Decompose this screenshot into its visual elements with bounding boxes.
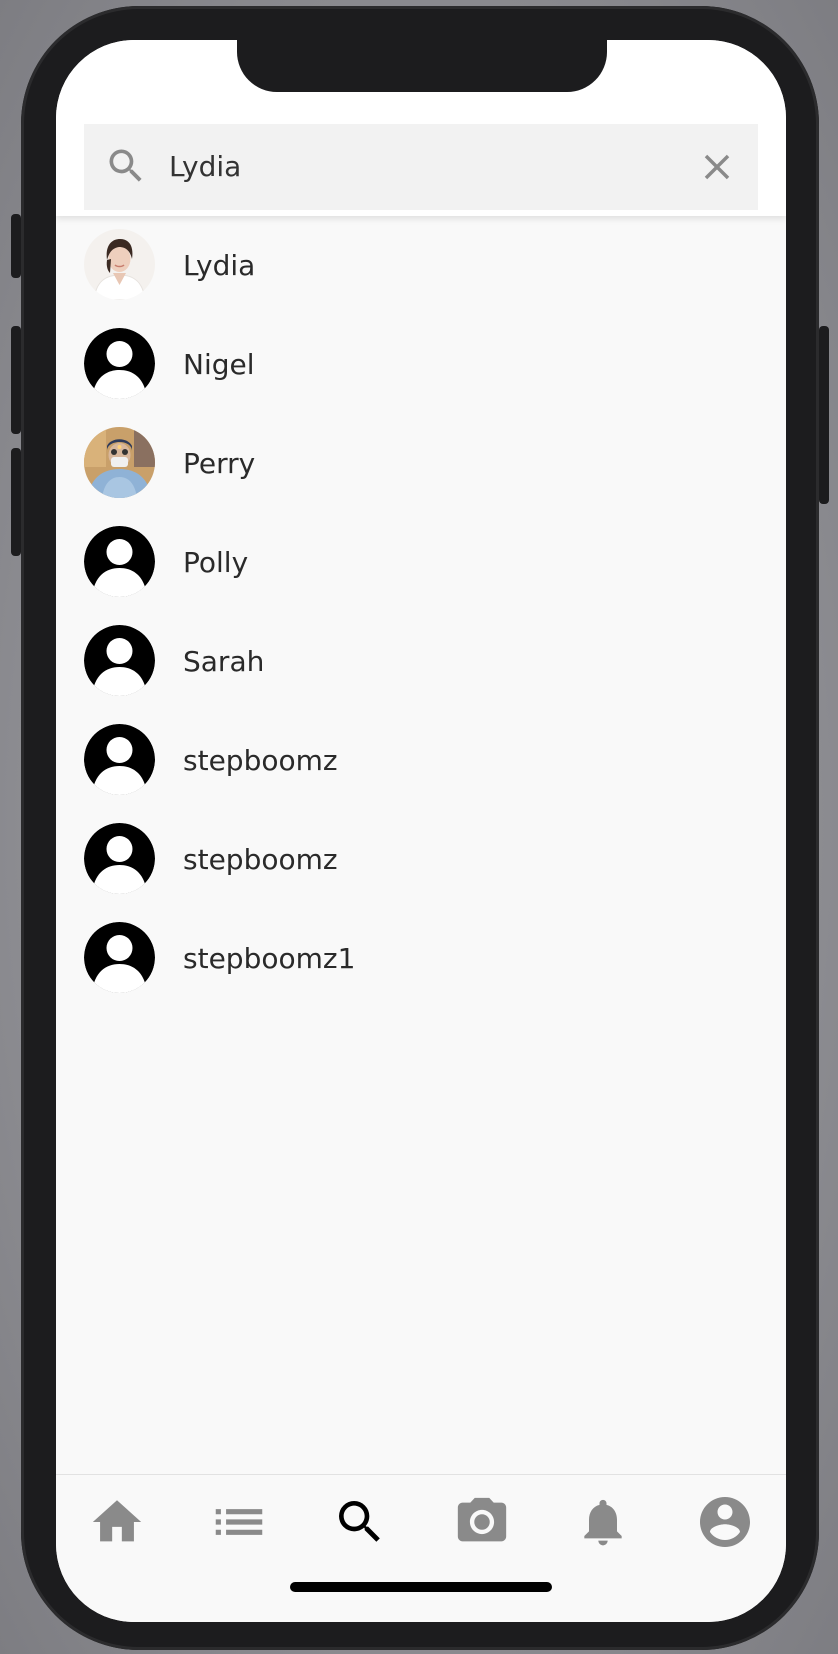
volume-down-button	[11, 448, 21, 556]
search-icon	[332, 1494, 388, 1554]
notch	[237, 40, 607, 92]
volume-up-button	[11, 326, 21, 434]
bell-icon	[575, 1494, 631, 1554]
result-name: stepboomz1	[183, 942, 356, 975]
account-circle-icon	[695, 1492, 755, 1556]
home-icon	[88, 1493, 146, 1555]
avatar	[84, 229, 155, 300]
result-name: Nigel	[183, 348, 255, 381]
list-item[interactable]: Polly	[56, 513, 786, 612]
search-icon	[104, 144, 148, 188]
default-avatar-icon	[84, 328, 155, 399]
list-item[interactable]: Lydia	[56, 216, 786, 315]
list-item[interactable]: Nigel	[56, 315, 786, 414]
bottom-navigation-bar	[56, 1474, 786, 1622]
nav-home[interactable]	[82, 1489, 152, 1559]
list-item[interactable]: stepboomz	[56, 711, 786, 810]
mute-switch	[11, 214, 21, 278]
search-results-list: Lydia Nigel Perry Polly Sarah stepboomz …	[56, 216, 786, 1008]
list-item[interactable]: stepboomz1	[56, 909, 786, 1008]
default-avatar-icon	[84, 922, 155, 993]
default-avatar-icon	[84, 823, 155, 894]
result-name: stepboomz	[183, 843, 338, 876]
search-input[interactable]: Lydia	[169, 124, 241, 210]
nav-profile[interactable]	[690, 1489, 760, 1559]
default-avatar-icon	[84, 625, 155, 696]
result-name: Sarah	[183, 645, 265, 678]
list-icon	[208, 1491, 270, 1557]
list-item[interactable]: Sarah	[56, 612, 786, 711]
nav-search[interactable]	[325, 1489, 395, 1559]
result-name: stepboomz	[183, 744, 338, 777]
nav-camera[interactable]	[447, 1489, 517, 1559]
result-name: Polly	[183, 546, 249, 579]
result-name: Lydia	[183, 249, 256, 282]
nav-notifications[interactable]	[568, 1489, 638, 1559]
avatar	[84, 427, 155, 498]
nav-list[interactable]	[204, 1489, 274, 1559]
default-avatar-icon	[84, 724, 155, 795]
list-item[interactable]: stepboomz	[56, 810, 786, 909]
search-field[interactable]: Lydia	[84, 124, 758, 210]
result-name: Perry	[183, 447, 256, 480]
close-icon[interactable]	[696, 146, 738, 188]
app-screen: Lydia Lydia Nigel Perry Polly Sarah step…	[56, 40, 786, 1622]
camera-icon	[453, 1493, 511, 1555]
list-item[interactable]: Perry	[56, 414, 786, 513]
home-indicator[interactable]	[290, 1582, 552, 1592]
default-avatar-icon	[84, 526, 155, 597]
power-button	[819, 326, 829, 504]
